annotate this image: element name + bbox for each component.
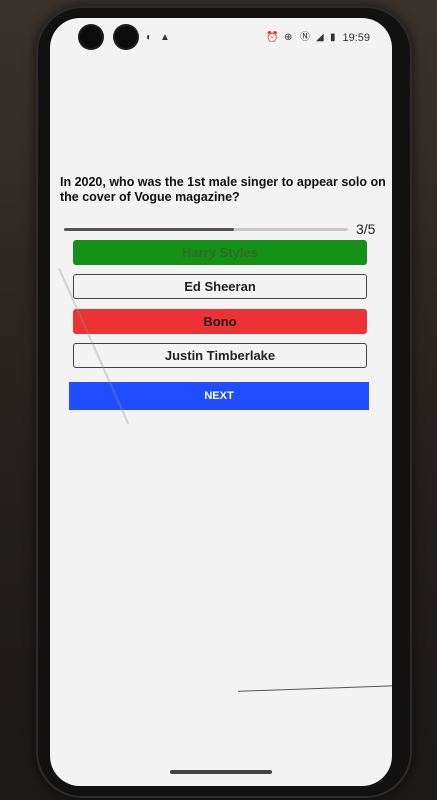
progress-bar-fill xyxy=(64,228,235,231)
answer-option-label: Bono xyxy=(203,314,237,329)
battery-icon: ▮ xyxy=(330,32,336,43)
answer-option-label: Ed Sheeran xyxy=(184,279,256,294)
progress-count: 3/5 xyxy=(356,221,376,237)
status-time: 19:59 xyxy=(342,32,370,44)
answer-option-2[interactable]: Ed Sheeran xyxy=(73,274,367,299)
gesture-nav-bar[interactable] xyxy=(170,770,272,774)
app-notification-icon: ◐ xyxy=(146,32,153,43)
answer-option-label: Justin Timberlake xyxy=(164,348,276,363)
nfc-icon: Ⓝ xyxy=(300,32,310,43)
answer-option-4[interactable]: Justin Timberlake xyxy=(73,343,367,368)
front-camera-left xyxy=(80,26,102,48)
alarm-icon: ⏰ xyxy=(266,32,279,43)
data-saver-icon: ⊕ xyxy=(284,32,293,43)
warning-icon: ▲ xyxy=(160,32,170,43)
screen-crack xyxy=(238,685,392,692)
progress-bar xyxy=(64,228,348,231)
question-text: In 2020, who was the 1st male singer to … xyxy=(60,175,386,204)
answer-option-label: Harry Styles xyxy=(182,245,258,260)
signal-icon: ◢ xyxy=(316,32,324,43)
answer-option-3[interactable]: Bono xyxy=(73,309,367,334)
status-bar: ◐ ▲ ⏰ ⊕ Ⓝ ◢ ▮ 19:59 xyxy=(50,18,392,58)
phone-screen: ◐ ▲ ⏰ ⊕ Ⓝ ◢ ▮ 19:59 In 2020, who was the… xyxy=(50,18,392,786)
next-button-label: NEXT xyxy=(204,390,234,402)
answer-option-1[interactable]: Harry Styles xyxy=(73,240,367,265)
front-camera-right xyxy=(115,26,137,48)
